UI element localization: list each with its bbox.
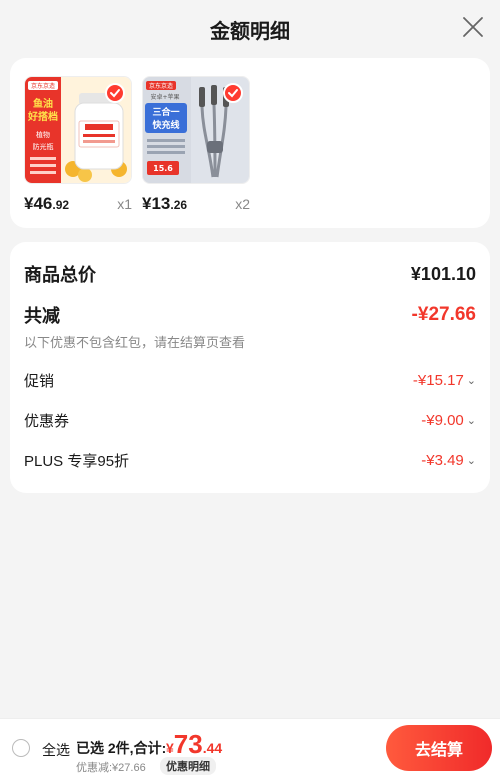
svg-text:安卓+苹果: 安卓+苹果 bbox=[150, 93, 179, 101]
discount-row-promotion[interactable]: 促销 -¥15.17 ⌄ bbox=[24, 361, 476, 399]
close-icon[interactable] bbox=[460, 14, 486, 40]
cart-total-amount: ¥73.44 bbox=[166, 729, 222, 760]
page-title: 金额明细 bbox=[210, 20, 290, 43]
price-decimal: .92 bbox=[52, 198, 70, 212]
discount-row-plus[interactable]: PLUS 专享95折 -¥3.49 ⌄ bbox=[24, 441, 476, 479]
selected-check-icon bbox=[223, 83, 243, 103]
svg-text:好搭档: 好搭档 bbox=[27, 110, 58, 123]
svg-text:京东京造: 京东京造 bbox=[149, 82, 173, 90]
svg-text:鱼油: 鱼油 bbox=[33, 97, 53, 110]
discount-detail-link[interactable]: 优惠明细 bbox=[160, 757, 216, 775]
discount-amount: -¥3.49 bbox=[421, 451, 464, 469]
discount-value[interactable]: -¥9.00 ⌄ bbox=[421, 412, 476, 429]
discount-summary-text: 优惠减:¥27.66 bbox=[76, 762, 146, 774]
discount-value[interactable]: -¥15.17 ⌄ bbox=[413, 372, 476, 389]
discount-row-coupon[interactable]: 优惠券 -¥9.00 ⌄ bbox=[24, 401, 476, 439]
selected-count-text: 已选 2件,合计: bbox=[76, 740, 167, 756]
total-int: 73 bbox=[173, 729, 203, 759]
discount-label: PLUS 专享95折 bbox=[24, 452, 130, 470]
product-quantity: x1 bbox=[117, 196, 132, 212]
discount-label: 优惠券 bbox=[24, 412, 70, 430]
select-all-label[interactable]: 全选 bbox=[42, 740, 70, 760]
select-all-radio[interactable] bbox=[12, 739, 30, 757]
product-thumbnail[interactable]: 京东京造 鱼油 好搭档 植物 防光瓶 bbox=[24, 76, 132, 184]
chevron-down-icon: ⌄ bbox=[466, 374, 476, 387]
total-reduction-row: 共减 -¥27.66 bbox=[24, 302, 476, 328]
discount-amount: -¥9.00 bbox=[421, 411, 464, 429]
product-item[interactable]: 京东京造 安卓+苹果 三合一 快充线 15.6 ¥13.26 x2 bbox=[142, 76, 250, 228]
total-price-label: 商品总价 bbox=[24, 265, 96, 285]
total-price-row: 商品总价 ¥101.10 bbox=[24, 260, 476, 288]
price-int: ¥46 bbox=[24, 194, 53, 213]
product-thumbnail[interactable]: 京东京造 安卓+苹果 三合一 快充线 15.6 bbox=[142, 76, 250, 184]
product-item[interactable]: 京东京造 鱼油 好搭档 植物 防光瓶 ¥46.92 x1 bbox=[24, 76, 132, 228]
product-price: ¥46.92 bbox=[24, 194, 69, 214]
price-int: ¥13 bbox=[142, 194, 171, 213]
total-price-value: ¥101.10 bbox=[410, 263, 476, 284]
product-quantity: x2 bbox=[235, 196, 250, 212]
checkout-bar: 全选 已选 2件,合计: ¥73.44 优惠减:¥27.66 优惠明细 去结算 bbox=[0, 718, 500, 776]
total-reduction-label: 共减 bbox=[24, 306, 60, 326]
svg-text:15.6: 15.6 bbox=[153, 164, 173, 173]
chevron-down-icon: ⌄ bbox=[466, 454, 476, 467]
price-decimal: .26 bbox=[170, 198, 188, 212]
products-card: 京东京造 鱼油 好搭档 植物 防光瓶 ¥46.92 x1 京东京造 安卓+苹果 … bbox=[10, 58, 490, 228]
discount-label: 促销 bbox=[24, 372, 55, 390]
svg-text:京东京造: 京东京造 bbox=[31, 82, 55, 90]
header: 金额明细 bbox=[0, 0, 500, 58]
chevron-down-icon: ⌄ bbox=[466, 414, 476, 427]
discount-amount: -¥15.17 bbox=[412, 371, 464, 389]
total-reduction-value: -¥27.66 bbox=[411, 304, 476, 325]
reduction-note: 以下优惠不包含红包，请在结算页查看 bbox=[24, 335, 246, 350]
total-decimal: .44 bbox=[202, 740, 223, 756]
svg-text:植物: 植物 bbox=[36, 130, 50, 139]
svg-text:快充线: 快充线 bbox=[152, 119, 179, 131]
svg-text:防光瓶: 防光瓶 bbox=[33, 142, 54, 151]
svg-text:三合一: 三合一 bbox=[152, 106, 179, 118]
price-summary-card: 商品总价 ¥101.10 共减 -¥27.66 以下优惠不包含红包，请在结算页查… bbox=[10, 242, 490, 493]
discount-value[interactable]: -¥3.49 ⌄ bbox=[421, 452, 476, 469]
selected-check-icon bbox=[105, 83, 125, 103]
product-price: ¥13.26 bbox=[142, 194, 187, 214]
checkout-button[interactable]: 去结算 bbox=[386, 725, 492, 771]
currency-symbol: ¥ bbox=[166, 740, 174, 756]
